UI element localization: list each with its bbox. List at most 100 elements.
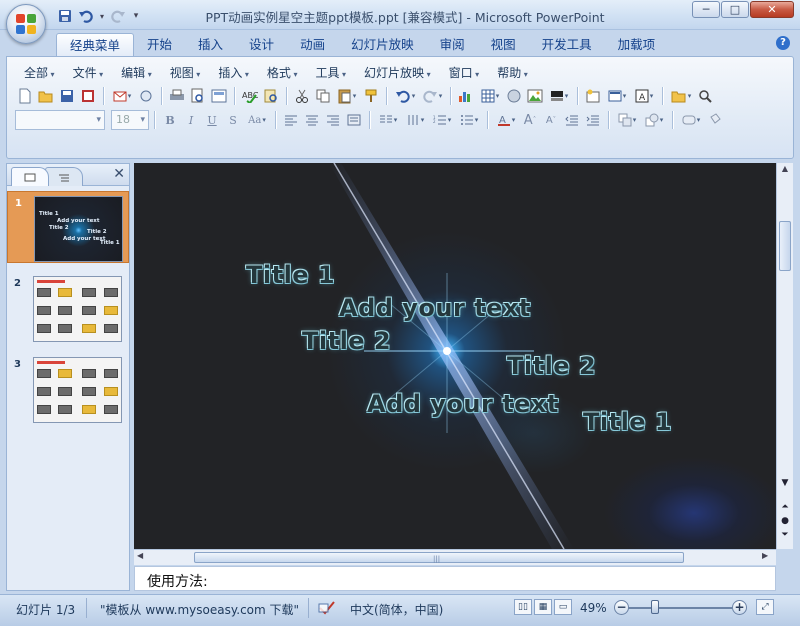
align-left-icon[interactable] — [281, 110, 301, 130]
slide-counter[interactable]: 幻灯片 1/3 — [16, 601, 75, 618]
minimize-button[interactable]: ─ — [692, 1, 720, 18]
insert-chart-icon[interactable] — [456, 86, 476, 106]
print-preview-icon[interactable] — [188, 86, 208, 106]
align-center-icon[interactable] — [302, 110, 322, 130]
tab-addins[interactable]: 加载项 — [605, 33, 669, 56]
new-slide-icon[interactable] — [583, 86, 603, 106]
theme-name[interactable]: "模板从 www.mysoeasy.com 下载" — [100, 601, 299, 618]
publish-icon[interactable] — [136, 86, 156, 106]
tab-classic-menu[interactable]: 经典菜单 — [56, 33, 135, 56]
zoom-out-icon[interactable]: − — [614, 600, 629, 615]
tab-slides[interactable] — [11, 167, 49, 186]
change-case-icon[interactable]: Aa — [244, 110, 270, 130]
clipart-icon[interactable] — [504, 86, 524, 106]
menu-tools[interactable]: 工具 — [306, 64, 355, 81]
menu-slideshow[interactable]: 幻灯片放映 — [355, 64, 440, 81]
next-slide-icon[interactable]: ⏷ — [778, 529, 792, 541]
tab-developer[interactable]: 开发工具 — [529, 33, 605, 56]
align-right-icon[interactable] — [323, 110, 343, 130]
vertical-scrollbar[interactable]: ▲ ▼ ⏶ ● ⏷ — [776, 163, 793, 549]
slide-title-4[interactable]: Title 1 — [583, 408, 672, 436]
justify-icon[interactable] — [344, 110, 364, 130]
slide-sorter-view-icon[interactable]: ▦ — [534, 599, 552, 615]
redo-icon[interactable] — [419, 86, 445, 106]
horizontal-scrollbar[interactable]: ◀ ||| ▶ — [134, 549, 776, 565]
slideshow-view-icon[interactable]: ▭ — [554, 599, 572, 615]
insert-table-icon[interactable] — [477, 86, 503, 106]
previous-slide-icon[interactable]: ⏶ — [778, 501, 792, 513]
slide-layout-icon[interactable] — [604, 86, 630, 106]
slide-editor[interactable]: Title 1 Add your text Title 2 Title 2 Ad… — [134, 163, 776, 549]
bullets-icon[interactable] — [456, 110, 482, 130]
save-icon[interactable] — [57, 86, 77, 106]
vertical-scroll-thumb[interactable] — [779, 221, 791, 271]
shadow-icon[interactable]: S — [223, 110, 243, 130]
menu-window[interactable]: 窗口 — [440, 64, 489, 81]
menu-edit[interactable]: 编辑 — [112, 64, 161, 81]
bold-icon[interactable]: B — [160, 110, 180, 130]
text-box-icon[interactable]: A — [631, 86, 657, 106]
undo-icon[interactable] — [392, 86, 418, 106]
tab-design[interactable]: 设计 — [236, 33, 287, 56]
menu-help[interactable]: 帮助 — [488, 64, 537, 81]
email-icon[interactable] — [109, 86, 135, 106]
menu-view[interactable]: 视图 — [161, 64, 210, 81]
zoom-level[interactable]: 49% — [580, 601, 607, 615]
font-color-icon[interactable]: A — [493, 110, 519, 130]
columns-icon[interactable] — [375, 110, 401, 130]
zoom-in-icon[interactable]: + — [732, 600, 747, 615]
new-file-icon[interactable] — [15, 86, 35, 106]
zoom-slider-knob[interactable] — [651, 600, 659, 614]
close-pane-icon[interactable]: ✕ — [113, 166, 125, 182]
horizontal-scroll-thumb[interactable]: ||| — [194, 552, 684, 563]
tab-outline[interactable] — [45, 167, 83, 186]
spelling-status-icon[interactable] — [318, 600, 336, 619]
underline-icon[interactable]: U — [202, 110, 222, 130]
notes-text[interactable]: 使用方法: — [147, 571, 208, 591]
decrease-indent-icon[interactable] — [562, 110, 582, 130]
slide-canvas[interactable]: Title 1 Add your text Title 2 Title 2 Ad… — [134, 163, 776, 549]
increase-indent-icon[interactable] — [583, 110, 603, 130]
menu-all[interactable]: 全部 — [15, 64, 64, 81]
tab-animations[interactable]: 动画 — [287, 33, 338, 56]
slide-text-2[interactable]: Add your text — [367, 390, 559, 418]
tab-home[interactable]: 开始 — [134, 33, 185, 56]
slide-thumbnail-1[interactable]: 1 Title 1 Add your text Title 2 Title 2 … — [7, 191, 129, 263]
scroll-right-icon[interactable]: ▶ — [762, 551, 768, 560]
help-icon[interactable]: ? — [776, 36, 790, 50]
shape-fill-icon[interactable] — [705, 110, 725, 130]
permission-icon[interactable] — [78, 86, 98, 106]
tab-review[interactable]: 审阅 — [427, 33, 478, 56]
font-name-combo[interactable] — [15, 110, 105, 130]
slide-text-1[interactable]: Add your text — [339, 294, 531, 322]
shrink-font-icon[interactable]: Aˇ — [541, 110, 561, 130]
select-object-icon[interactable]: ● — [778, 515, 792, 527]
font-size-combo[interactable]: 18 — [111, 110, 149, 130]
menu-insert[interactable]: 插入 — [209, 64, 258, 81]
office-button[interactable] — [6, 4, 46, 44]
paste-icon[interactable] — [334, 86, 360, 106]
shapes-icon[interactable] — [641, 110, 667, 130]
menu-file[interactable]: 文件 — [64, 64, 113, 81]
print-icon[interactable] — [167, 86, 187, 106]
spelling-icon[interactable]: ABC — [240, 86, 260, 106]
fit-to-window-icon[interactable]: ⤢ — [756, 599, 774, 615]
search-icon[interactable] — [695, 86, 715, 106]
italic-icon[interactable]: I — [181, 110, 201, 130]
numbering-icon[interactable]: 12 — [429, 110, 455, 130]
slide-title-3[interactable]: Title 2 — [507, 352, 596, 380]
slide-thumbnail-3[interactable]: 3 — [7, 353, 129, 425]
shape-style-icon[interactable] — [678, 110, 704, 130]
grow-font-icon[interactable]: Aˆ — [520, 110, 540, 130]
scroll-up-icon[interactable]: ▲ — [777, 164, 793, 178]
tab-insert[interactable]: 插入 — [185, 33, 236, 56]
format-painter-icon[interactable] — [361, 86, 381, 106]
arrange-icon[interactable] — [614, 110, 640, 130]
cut-icon[interactable] — [292, 86, 312, 106]
normal-view-icon[interactable]: ▯▯ — [514, 599, 532, 615]
zoom-slider-track[interactable] — [628, 607, 732, 609]
text-direction-icon[interactable] — [402, 110, 428, 130]
scroll-down-icon[interactable]: ▼ — [778, 477, 792, 489]
tab-slideshow[interactable]: 幻灯片放映 — [338, 33, 427, 56]
insert-picture-icon[interactable] — [525, 86, 545, 106]
